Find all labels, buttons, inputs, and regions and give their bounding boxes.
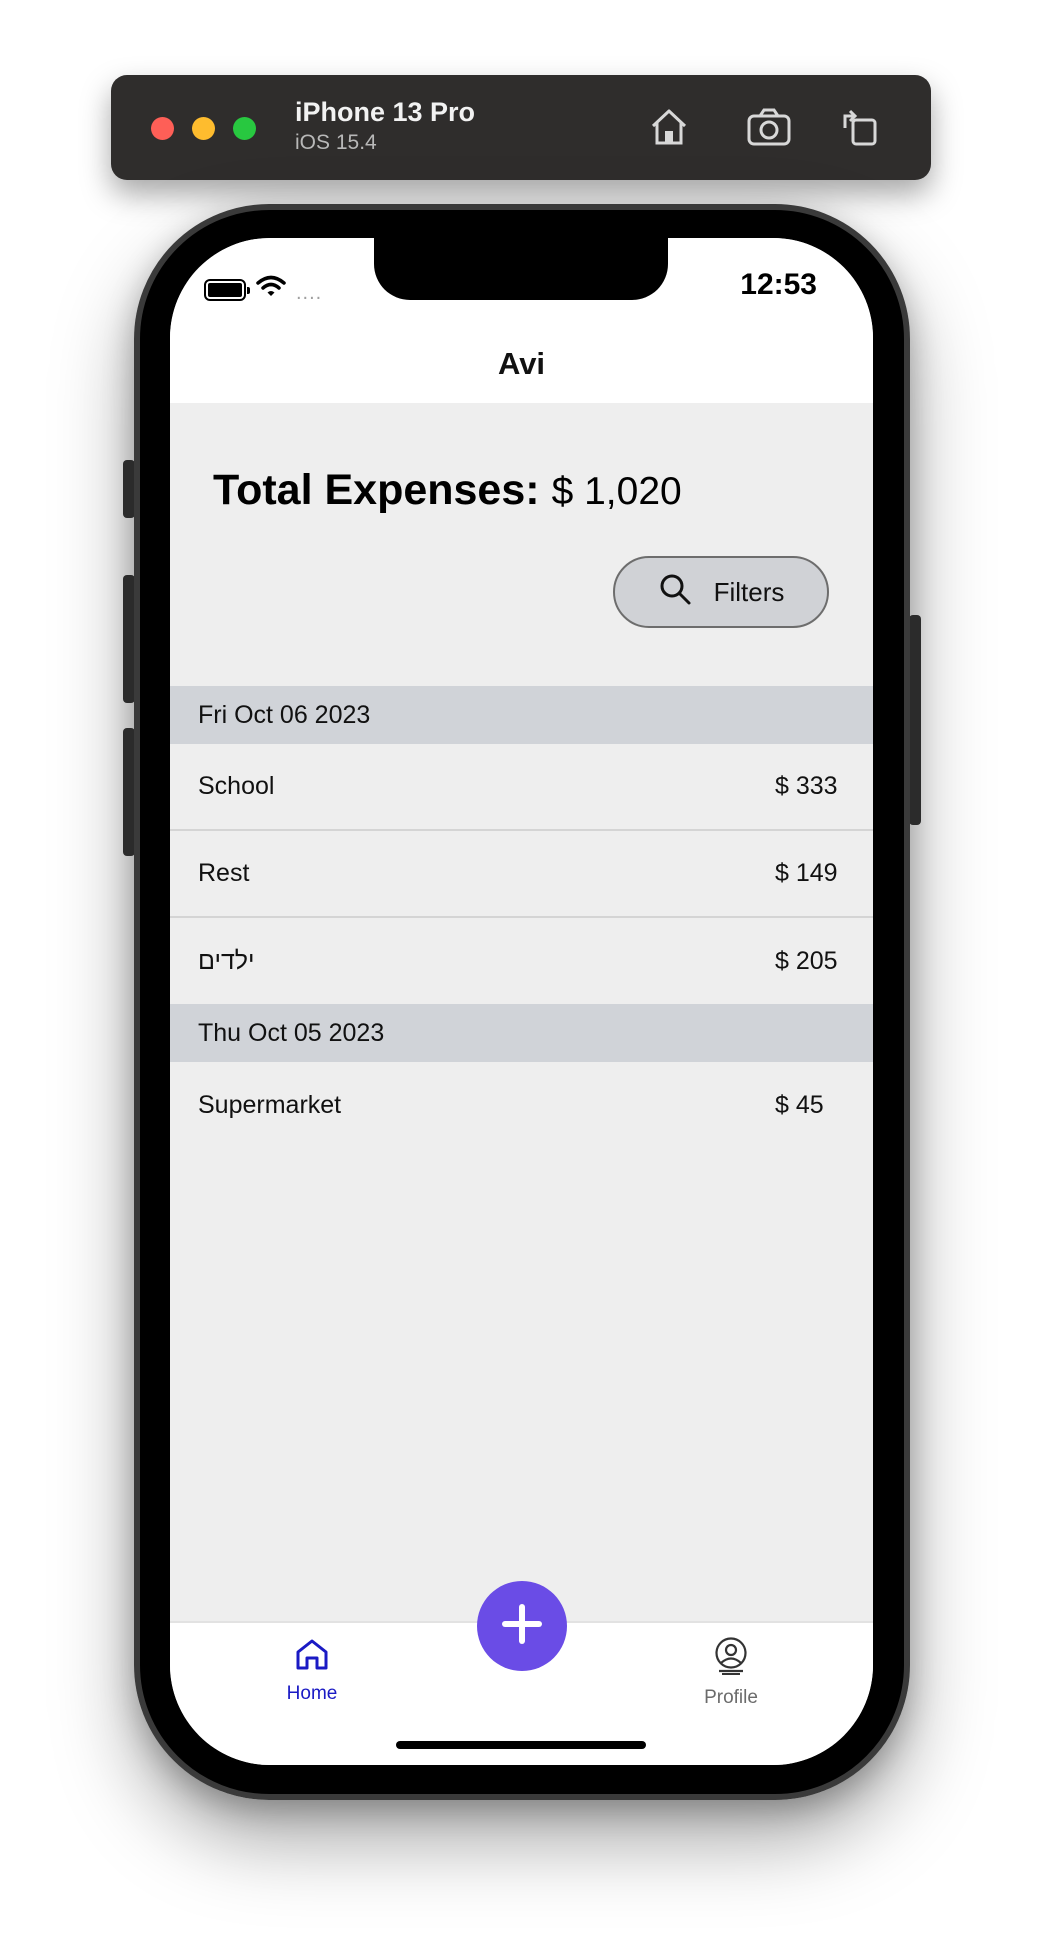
screenshot-icon[interactable]	[743, 101, 795, 153]
total-expenses-value: $ 1,020	[551, 470, 682, 513]
zoom-window-button[interactable]	[233, 117, 256, 140]
home-icon[interactable]	[643, 101, 695, 153]
close-window-button[interactable]	[151, 117, 174, 140]
section-header-date: Thu Oct 05 2023	[170, 1004, 873, 1062]
expense-name: Supermarket	[198, 1090, 342, 1119]
profile-icon	[713, 1637, 749, 1681]
power-button	[909, 615, 921, 825]
minimize-window-button[interactable]	[192, 117, 215, 140]
expense-name: ילדים	[198, 946, 255, 975]
expense-amount: $ 333	[775, 772, 838, 800]
status-left: ....	[204, 274, 322, 305]
battery-icon	[204, 278, 250, 301]
section-header-date: Fri Oct 06 2023	[170, 686, 873, 744]
tab-profile[interactable]: Profile	[671, 1637, 791, 1709]
filters-button[interactable]: Filters	[613, 556, 829, 628]
device-name: iPhone 13 Pro	[295, 97, 476, 127]
tab-home-label: Home	[286, 1683, 338, 1704]
expense-row[interactable]: Rest $ 149	[170, 831, 873, 918]
notch	[374, 238, 668, 300]
tab-home[interactable]: Home	[252, 1637, 372, 1705]
add-expense-button[interactable]	[477, 1581, 567, 1671]
plus-icon	[501, 1603, 543, 1650]
rotate-icon[interactable]	[833, 101, 885, 153]
expense-amount: $ 205	[775, 946, 838, 975]
page-title: Avi	[497, 346, 546, 381]
expense-name: School	[198, 772, 275, 800]
tab-profile-label: Profile	[704, 1687, 758, 1708]
home-icon	[294, 1637, 330, 1677]
expense-amount: $ 45	[775, 1090, 824, 1119]
wifi-icon	[256, 275, 286, 304]
phone-screen: .... 12:53 Avi Total Expenses: $ 1,020 F…	[170, 238, 873, 1765]
simulator-toolbar: iPhone 13 Pro iOS 15.4	[111, 75, 931, 180]
status-time: 12:53	[740, 268, 817, 301]
filters-label: Filters	[713, 576, 785, 607]
expense-list: Fri Oct 06 2023 School $ 333 Rest $ 149 …	[170, 686, 873, 1148]
home-indicator	[396, 1741, 646, 1749]
search-icon	[658, 572, 692, 613]
expense-row[interactable]: ילדים $ 205	[170, 918, 873, 1004]
os-version: iOS 15.4	[295, 131, 377, 154]
navigation-header: .... 12:53 Avi	[170, 238, 873, 403]
expense-name: Rest	[198, 859, 250, 887]
expense-row[interactable]: School $ 333	[170, 744, 873, 831]
cellular-signal-icon: ....	[296, 282, 323, 304]
total-expenses: Total Expenses: $ 1,020	[213, 466, 682, 515]
expense-row[interactable]: Supermarket $ 45	[170, 1062, 873, 1148]
expense-amount: $ 149	[775, 859, 838, 887]
total-expenses-label: Total Expenses:	[213, 466, 540, 514]
